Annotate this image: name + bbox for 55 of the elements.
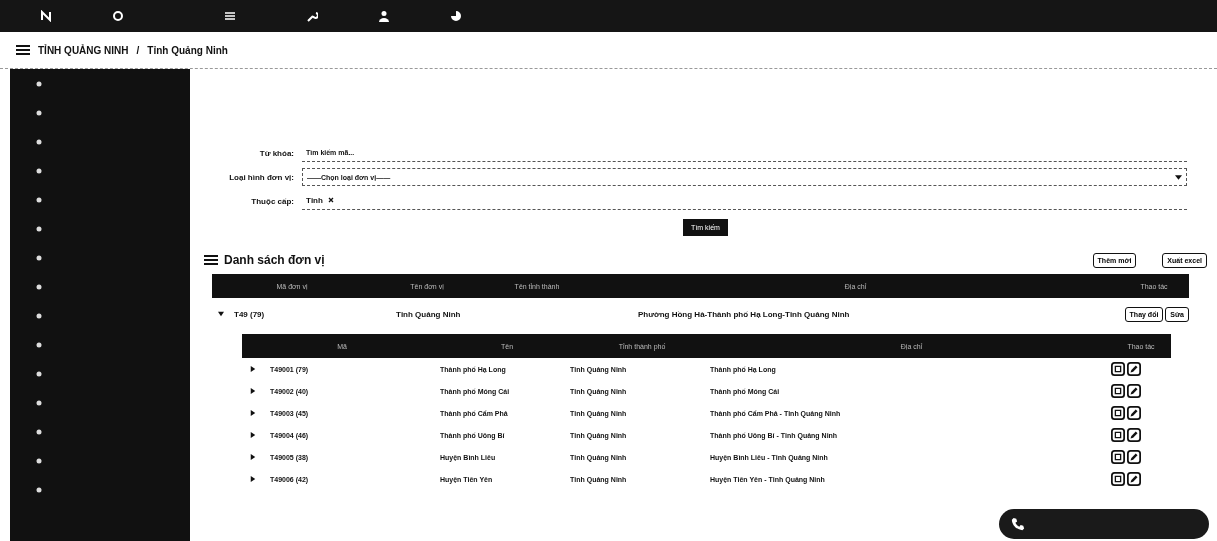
menu-item-icon[interactable] [36, 429, 42, 435]
user-icon[interactable] [378, 10, 390, 22]
pencil-icon[interactable] [1127, 472, 1141, 486]
menu-item-icon[interactable] [36, 226, 42, 232]
menu-item-icon[interactable] [36, 110, 42, 116]
pencil-icon[interactable] [1127, 384, 1141, 398]
menu-item-icon[interactable] [36, 371, 42, 377]
document-icon[interactable] [1111, 428, 1125, 442]
pencil-icon[interactable] [1127, 428, 1141, 442]
caret-down-icon[interactable] [218, 311, 224, 317]
caret-icon [1175, 174, 1182, 180]
menu-item-icon[interactable] [36, 342, 42, 348]
menu-item-icon[interactable] [36, 168, 42, 174]
pencil-icon[interactable] [1127, 362, 1141, 376]
level-tag[interactable]: Tỉnh [306, 196, 335, 205]
field-label: Loại hình đơn vị: [228, 172, 294, 182]
menu-item-icon[interactable] [36, 313, 42, 319]
menu-item-icon[interactable] [36, 400, 42, 406]
document-icon[interactable] [1111, 450, 1125, 464]
caret-right-icon[interactable] [250, 476, 256, 482]
field-label: Thuộc cấp: [250, 196, 294, 206]
document-icon[interactable] [1111, 362, 1125, 376]
caret-right-icon[interactable] [250, 432, 256, 438]
menu-item-icon[interactable] [36, 139, 42, 145]
table-cell-text: T49 (79) [234, 309, 266, 319]
close-icon[interactable] [328, 197, 335, 203]
call-widget[interactable] [999, 509, 1209, 539]
menu-item-icon[interactable] [36, 255, 42, 261]
caret-right-icon[interactable] [250, 454, 256, 460]
document-icon[interactable] [1111, 384, 1125, 398]
menu-item-icon[interactable] [36, 487, 42, 493]
menu-item-icon[interactable] [36, 284, 42, 290]
document-icon[interactable] [1111, 472, 1125, 486]
level-field[interactable]: Tỉnh [302, 192, 1187, 210]
pencil-icon[interactable] [1127, 406, 1141, 420]
field-label: Từ khóa: [258, 148, 294, 158]
table-cell-text: Tỉnh Quảng Ninh [396, 309, 462, 319]
breadcrumb-separator: / [136, 44, 140, 56]
menu-icon[interactable] [16, 45, 30, 55]
table-cell-text: Phường Hồng Hà-Thành phố Hạ Long-Tỉnh Quảng Ninh [638, 309, 851, 319]
caret-right-icon[interactable] [250, 410, 256, 416]
caret-right-icon[interactable] [250, 388, 256, 394]
pie-chart-icon[interactable] [450, 10, 462, 22]
section-title: Danh sách đơn vị [224, 253, 325, 267]
pencil-icon[interactable] [1127, 450, 1141, 464]
menu-item-icon[interactable] [36, 81, 42, 87]
list-icon[interactable] [224, 10, 236, 22]
breadcrumb-current: Tỉnh Quảng Ninh [147, 44, 228, 56]
caret-right-icon[interactable] [250, 366, 256, 372]
phone-icon [1011, 517, 1025, 531]
list-icon [204, 255, 218, 265]
breadcrumb-link[interactable]: TỈNH QUẢNG NINH [38, 44, 129, 56]
menu-item-icon[interactable] [36, 458, 42, 464]
document-icon[interactable] [1111, 406, 1125, 420]
menu-item-icon[interactable] [36, 197, 42, 203]
